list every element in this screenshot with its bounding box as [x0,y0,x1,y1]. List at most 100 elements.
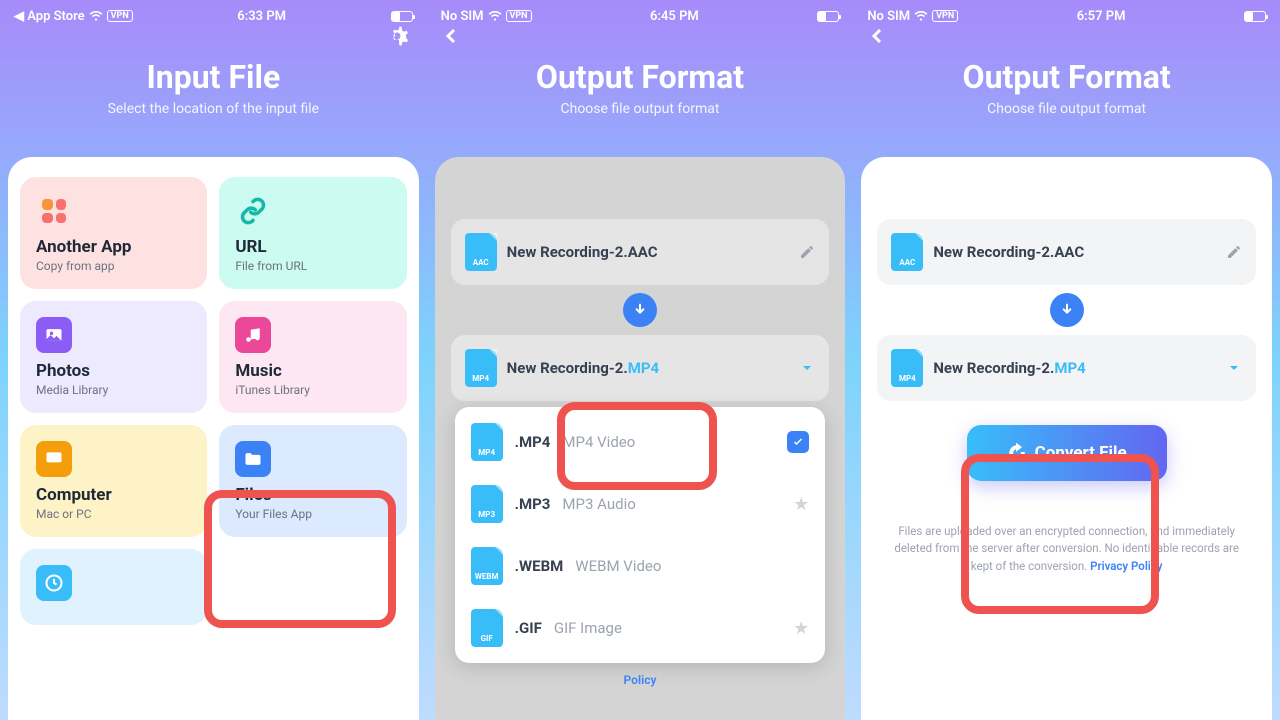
tile-url[interactable]: URL File from URL [219,177,406,289]
output-file-row[interactable]: MP4 New Recording-2.MP4 [877,335,1256,401]
carrier: No SIM [441,9,484,24]
input-file-row: AAC New Recording-2.AAC [877,219,1256,285]
battery-icon [1244,11,1266,22]
policy-link[interactable]: Policy [451,669,830,687]
content-card: Another App Copy from app URL File from … [8,157,419,720]
header: Output Format Choose file output format [853,28,1280,137]
tile-computer[interactable]: Computer Mac or PC [20,425,207,537]
tile-photos[interactable]: Photos Media Library [20,301,207,413]
apps-icon [42,199,66,223]
tile-title: Computer [36,485,191,505]
file-icon: WEBM [471,547,503,585]
star-icon[interactable]: ★ [793,494,809,515]
file-icon-aac: AAC [891,233,923,271]
star-icon[interactable]: ★ [793,618,809,639]
page-subtitle: Select the location of the input file [20,101,407,117]
vpn-badge: VPN [932,10,958,22]
tile-music[interactable]: Music iTunes Library [219,301,406,413]
tile-another-app[interactable]: Another App Copy from app [20,177,207,289]
format-ext: .WEBM [515,557,564,575]
footer-text: Files are uploaded over an encrypted con… [877,505,1256,581]
settings-button[interactable] [383,22,411,50]
status-time: 6:57 PM [1077,9,1126,24]
format-ext: .GIF [515,619,542,637]
back-to-app[interactable]: ◀ App Store [14,9,85,24]
tile-subtitle: Media Library [36,383,191,397]
file-icon: GIF [471,609,503,647]
photos-icon [36,317,72,353]
format-option-mp4[interactable]: MP4 .MP4 MP4 Video [455,411,826,473]
input-file-row: AAC New Recording-2.AAC [451,219,830,285]
page-title: Output Format [447,58,834,96]
file-icon: MP3 [471,485,503,523]
tile-subtitle: iTunes Library [235,383,390,397]
vpn-badge: VPN [107,10,133,22]
format-option-mp3[interactable]: MP3 .MP3 MP3 Audio ★ [455,473,826,535]
format-desc: MP4 Video [562,433,775,451]
gear-icon [383,22,411,50]
header: Input File Select the location of the in… [0,28,427,137]
back-button[interactable] [865,24,889,48]
screen-output-format-convert: No SIM VPN 6:57 PM Output Format Choose … [853,0,1280,720]
wifi-icon [488,9,502,23]
tile-subtitle: Copy from app [36,259,191,273]
tile-title: URL [235,237,390,257]
chevron-down-icon [1226,360,1242,376]
tile-files[interactable]: Files Your Files App [219,425,406,537]
folder-icon [235,441,271,477]
format-desc: GIF Image [554,619,781,637]
status-bar: ◀ App Store VPN 6:33 PM [0,0,427,28]
tile-title: Photos [36,361,191,381]
format-option-gif[interactable]: GIF .GIF GIF Image ★ [455,597,826,659]
content-card: AAC New Recording-2.AAC MP4 New Recordin… [435,157,846,720]
chevron-down-icon [799,360,815,376]
screen-input-file: ◀ App Store VPN 6:33 PM Input File Selec… [0,0,427,720]
arrow-down-icon [623,293,657,327]
arrow-down-icon [1050,293,1084,327]
page-title: Input File [20,58,407,96]
clock-icon [36,565,72,601]
status-time: 6:33 PM [237,9,286,24]
status-time: 6:45 PM [650,9,699,24]
format-ext: .MP4 [515,433,551,451]
status-bar: No SIM VPN 6:45 PM [427,0,854,28]
page-subtitle: Choose file output format [873,101,1260,117]
link-icon [235,193,271,229]
format-option-webm[interactable]: WEBM .WEBM WEBM Video [455,535,826,597]
page-subtitle: Choose file output format [447,101,834,117]
header: Output Format Choose file output format [427,28,854,137]
edit-icon[interactable] [799,244,815,260]
input-file-name: New Recording-2.AAC [507,243,790,261]
content-card: AAC New Recording-2.AAC MP4 New Recordin… [861,157,1272,720]
wifi-icon [914,9,928,23]
back-button[interactable] [439,24,463,48]
refresh-icon [1007,443,1027,463]
edit-icon[interactable] [1226,244,1242,260]
output-file-name: New Recording-2.MP4 [507,359,790,377]
tile-subtitle: Mac or PC [36,507,191,521]
screen-output-format-dropdown: No SIM VPN 6:45 PM Output Format Choose … [427,0,854,720]
tile-title: Music [235,361,390,381]
wifi-icon [89,9,103,23]
output-file-row[interactable]: MP4 New Recording-2.MP4 [451,335,830,401]
format-desc: MP3 Audio [562,495,781,513]
file-icon-mp4: MP4 [891,349,923,387]
privacy-link[interactable]: Privacy Policy [1090,559,1162,573]
tile-subtitle: File from URL [235,259,390,273]
file-icon: MP4 [471,423,503,461]
battery-icon [391,11,413,22]
status-bar: No SIM VPN 6:57 PM [853,0,1280,28]
page-title: Output Format [873,58,1260,96]
tile-subtitle: Your Files App [235,507,390,521]
chevron-left-icon [439,24,463,48]
battery-icon [817,11,839,22]
music-icon [235,317,271,353]
convert-button[interactable]: Convert File [967,425,1167,481]
tile-title: Files [235,485,390,505]
format-desc: WEBM Video [575,557,809,575]
chevron-left-icon [865,24,889,48]
vpn-badge: VPN [506,10,532,22]
tile-title: Another App [36,237,191,257]
tile-recent[interactable] [20,549,207,625]
file-icon-mp4: MP4 [465,349,497,387]
